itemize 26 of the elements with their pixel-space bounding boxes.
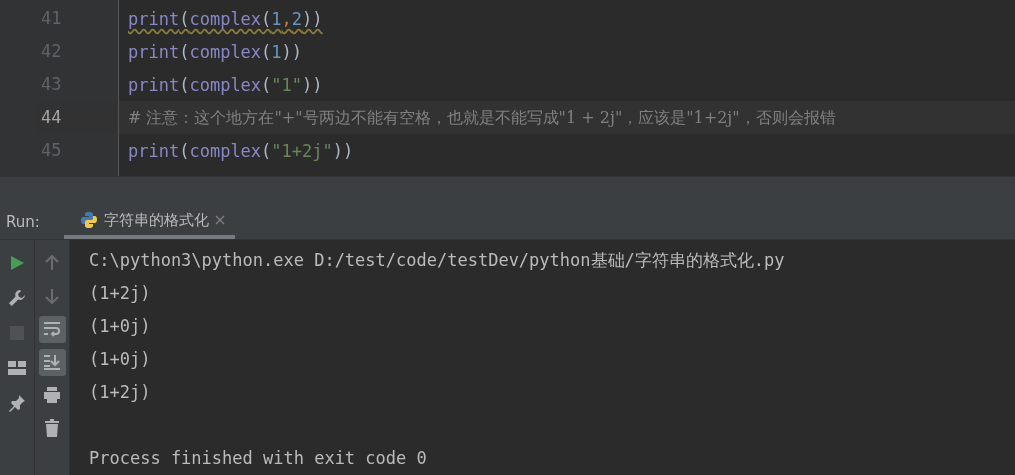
code-line: print(complex("1")) [128, 74, 323, 95]
down-arrow-icon [45, 288, 59, 305]
code-line: print(complex(1,2)) [128, 8, 323, 29]
run-label: Run: [5, 213, 41, 232]
scroll-to-end-icon [43, 354, 61, 371]
console-output-line: (1+2j) [89, 282, 152, 305]
wrench-icon [8, 289, 26, 308]
print-icon [43, 386, 61, 405]
console-output-line: (1+0j) [89, 315, 152, 338]
exit-message: Process finished with exit code 0 [89, 447, 428, 470]
trash-icon [45, 419, 59, 438]
scroll-to-end-button[interactable] [38, 349, 66, 376]
up-arrow-icon [45, 255, 59, 272]
python-icon [79, 211, 98, 230]
code-comment: # 注意：这个地方在"+"号两边不能有空格，也就是不能写成"1 + 2j"，应该是"1+2j"，否则会报错 [128, 106, 836, 129]
code-line: print(complex("1+2j")) [128, 140, 354, 161]
soft-wrap-icon [43, 321, 61, 338]
console-output-line: (1+2j) [89, 381, 152, 404]
close-icon[interactable] [214, 215, 225, 226]
code-line: print(complex(1)) [128, 41, 303, 62]
console-output-line: (1+0j) [89, 348, 152, 371]
console-output-line: C:\python3\python.exe D:/test/code/testDev/python基础/字符串的格式化.py [89, 249, 786, 272]
run-icon [9, 255, 25, 272]
soft-wrap-button[interactable] [38, 316, 66, 343]
layout-icon [8, 361, 26, 376]
pin-icon [8, 394, 26, 413]
